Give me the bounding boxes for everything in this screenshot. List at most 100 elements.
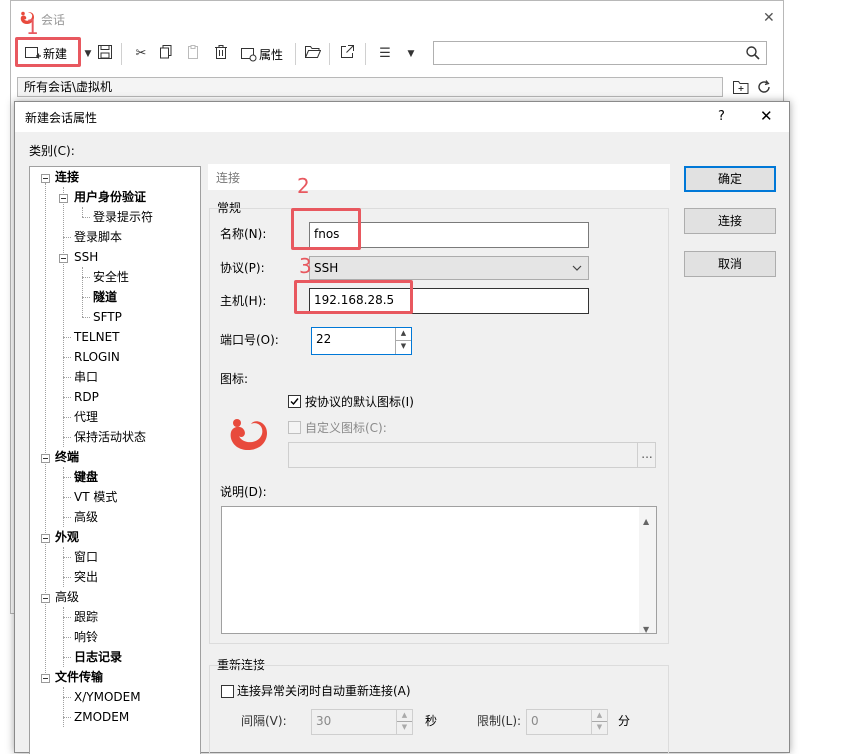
list-view-icon[interactable]: ☰ xyxy=(376,45,394,63)
tree-item-logging[interactable]: 日志记录 xyxy=(74,649,122,665)
scroll-up-icon[interactable]: ▲ xyxy=(643,511,649,533)
category-tree[interactable]: 连接 用户身份验证 登录提示符 登录脚本 SSH 安全性 隧道 SFTP TEL… xyxy=(29,166,201,754)
copy-icon[interactable] xyxy=(157,45,175,63)
chevron-down-icon[interactable]: ▼ xyxy=(402,45,420,63)
tree-item-keyboard[interactable]: 键盘 xyxy=(74,469,98,485)
tree-item-vt-mode[interactable]: VT 模式 xyxy=(74,489,117,505)
default-icon-checkbox[interactable] xyxy=(288,395,301,408)
tree-item-ssh[interactable]: SSH xyxy=(74,249,98,265)
spin-down-icon[interactable]: ▼ xyxy=(396,341,411,354)
tree-item-terminal[interactable]: 终端 xyxy=(55,449,79,465)
protocol-label: 协议(P): xyxy=(220,261,265,275)
tree-item-user-auth[interactable]: 用户身份验证 xyxy=(74,189,146,205)
tree-item-file-transfer[interactable]: 文件传输 xyxy=(55,669,103,685)
default-icon-label[interactable]: 按协议的默认图标(I) xyxy=(305,394,414,410)
chevron-down-icon[interactable]: ▼ xyxy=(79,45,97,63)
paste-icon[interactable] xyxy=(185,45,203,63)
tree-item-security[interactable]: 安全性 xyxy=(93,269,129,285)
collapse-icon[interactable] xyxy=(41,454,50,463)
tree-connector xyxy=(63,657,71,658)
limit-value: 0 xyxy=(531,714,539,728)
refresh-icon[interactable] xyxy=(757,80,771,94)
custom-icon-path-field[interactable]: ... xyxy=(288,442,656,468)
collapse-icon[interactable] xyxy=(41,174,50,183)
auto-reconnect-checkbox[interactable] xyxy=(221,685,234,698)
port-field[interactable]: 22 ▲ ▼ xyxy=(311,327,412,355)
tree-item-window[interactable]: 窗口 xyxy=(74,549,98,565)
tree-connector xyxy=(63,397,71,398)
description-textarea[interactable]: ▲ ▼ xyxy=(221,506,657,634)
save-icon[interactable] xyxy=(96,45,114,63)
tree-item-appearance[interactable]: 外观 xyxy=(55,529,79,545)
session-path: 所有会话\虚拟机 xyxy=(24,80,113,94)
spin-up-icon[interactable]: ▲ xyxy=(592,710,607,722)
scroll-down-icon[interactable]: ▼ xyxy=(643,619,649,641)
open-external-icon[interactable] xyxy=(338,45,356,63)
collapse-icon[interactable] xyxy=(41,534,50,543)
tree-item-sftp[interactable]: SFTP xyxy=(93,309,122,325)
tree-connector xyxy=(63,377,71,378)
tree-item-connection[interactable]: 连接 xyxy=(55,169,79,185)
custom-icon-label[interactable]: 自定义图标(C): xyxy=(305,420,387,436)
tree-item-login-script[interactable]: 登录脚本 xyxy=(74,229,122,245)
delete-icon[interactable] xyxy=(212,45,230,63)
tree-item-xymodem[interactable]: X/YMODEM xyxy=(74,689,141,705)
tree-item-tracking[interactable]: 跟踪 xyxy=(74,609,98,625)
custom-icon-checkbox[interactable] xyxy=(288,421,301,434)
properties-button[interactable]: 属性 xyxy=(239,41,289,67)
search-icon[interactable] xyxy=(746,46,760,60)
interval-field[interactable]: 30 ▲ ▼ xyxy=(311,709,413,735)
tree-item-zmodem[interactable]: ZMODEM xyxy=(74,709,129,725)
spin-up-icon[interactable]: ▲ xyxy=(396,328,411,341)
tree-connector xyxy=(63,517,71,518)
tree-item-telnet[interactable]: TELNET xyxy=(74,329,120,345)
collapse-icon[interactable] xyxy=(41,594,50,603)
help-icon[interactable]: ? xyxy=(718,109,725,125)
open-folder-icon[interactable] xyxy=(304,45,322,63)
tree-item-keepalive[interactable]: 保持活动状态 xyxy=(74,429,146,445)
session-icon-preview xyxy=(230,419,267,450)
properties-label: 属性 xyxy=(259,48,284,62)
session-path-bar: 所有会话\虚拟机 xyxy=(17,77,723,97)
new-folder-icon[interactable] xyxy=(733,80,749,94)
collapse-icon[interactable] xyxy=(41,674,50,683)
tree-connector xyxy=(63,417,71,418)
tree-item-rdp[interactable]: RDP xyxy=(74,389,99,405)
tree-item-bell[interactable]: 响铃 xyxy=(74,629,98,645)
port-spinner[interactable]: ▲ ▼ xyxy=(395,328,411,354)
sessions-window-title: 会话 xyxy=(41,13,66,27)
spin-down-icon[interactable]: ▼ xyxy=(592,722,607,734)
description-scrollbar[interactable]: ▲ ▼ xyxy=(639,507,656,634)
limit-spinner[interactable]: ▲ ▼ xyxy=(591,710,607,734)
cancel-button[interactable]: 取消 xyxy=(684,251,776,277)
tree-connector xyxy=(63,337,71,338)
browse-button[interactable]: ... xyxy=(637,443,656,467)
limit-field[interactable]: 0 ▲ ▼ xyxy=(526,709,608,735)
tree-item-proxy[interactable]: 代理 xyxy=(74,409,98,425)
tree-item-serial[interactable]: 串口 xyxy=(74,369,98,385)
tree-connector xyxy=(63,547,64,587)
connect-button[interactable]: 连接 xyxy=(684,208,776,234)
spin-down-icon[interactable]: ▼ xyxy=(397,722,412,734)
tree-item-terminal-advanced[interactable]: 高级 xyxy=(74,509,98,525)
tree-item-advanced[interactable]: 高级 xyxy=(55,589,79,605)
tree-item-tunnel[interactable]: 隧道 xyxy=(93,289,117,305)
tree-connector xyxy=(63,437,71,438)
cut-icon[interactable]: ✂ xyxy=(132,45,150,63)
tree-connector xyxy=(63,477,71,478)
tree-item-highlight[interactable]: 突出 xyxy=(74,569,98,585)
collapse-icon[interactable] xyxy=(59,194,68,203)
collapse-icon[interactable] xyxy=(59,254,68,263)
tree-connector xyxy=(45,183,46,679)
auto-reconnect-label[interactable]: 连接异常关闭时自动重新连接(A) xyxy=(237,683,411,699)
tree-item-rlogin[interactable]: RLOGIN xyxy=(74,349,120,365)
protocol-select[interactable]: SSH xyxy=(309,256,589,280)
ok-button[interactable]: 确定 xyxy=(684,166,776,192)
close-icon[interactable]: ✕ xyxy=(760,108,773,124)
sessions-titlebar: 会话 ✕ xyxy=(11,1,783,37)
interval-spinner[interactable]: ▲ ▼ xyxy=(396,710,412,734)
tree-item-login-prompt[interactable]: 登录提示符 xyxy=(93,209,153,225)
session-search-input[interactable] xyxy=(433,41,767,65)
spin-up-icon[interactable]: ▲ xyxy=(397,710,412,722)
close-icon[interactable]: ✕ xyxy=(763,10,775,26)
